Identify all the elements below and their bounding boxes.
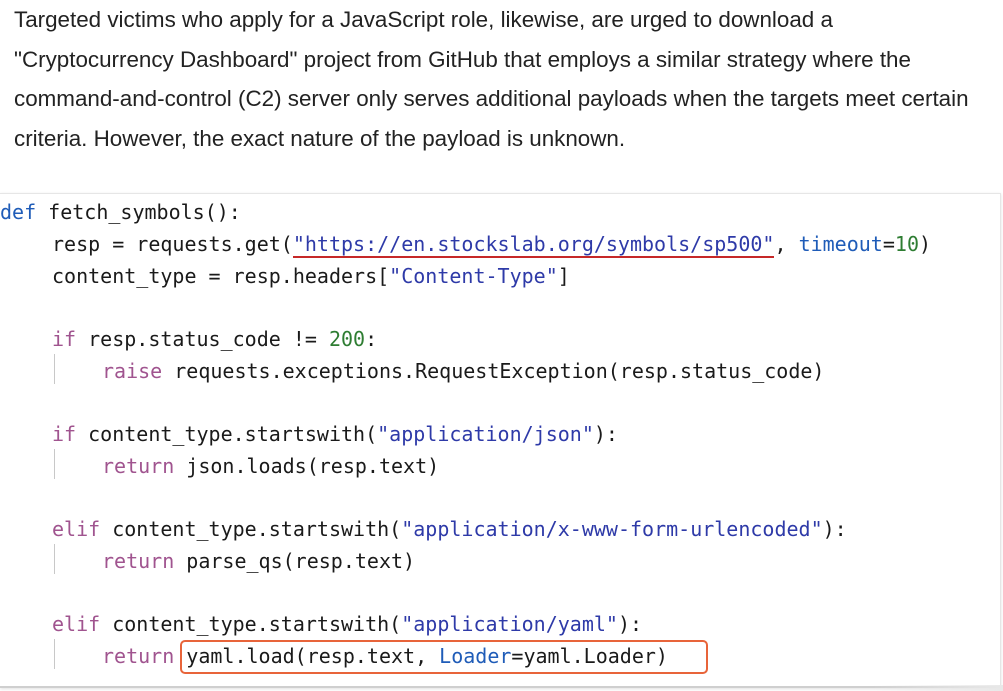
- code-line-raise: raise requests.exceptions.RequestExcepti…: [102, 358, 824, 384]
- article-text: Targeted victims who apply for a JavaScr…: [14, 0, 989, 158]
- code-text: ): [919, 232, 932, 256]
- code-text: requests.exceptions.RequestException(res…: [162, 359, 825, 383]
- code-keyword: return: [102, 454, 175, 478]
- code-keyword: raise: [102, 359, 163, 383]
- code-string: "application/json": [377, 422, 594, 446]
- code-number: 10: [894, 232, 919, 256]
- code-line-content-type: content_type = resp.headers["Content-Typ…: [52, 263, 570, 289]
- code-text: content_type = resp.headers[: [52, 264, 390, 288]
- code-text: ,: [774, 232, 799, 256]
- code-function-name: fetch_symbols: [36, 200, 205, 224]
- code-line-elif-form: elif content_type.startswith("applicatio…: [52, 516, 847, 542]
- indent-guide: [54, 354, 55, 384]
- indent-guide: [54, 544, 55, 574]
- code-number: 200: [328, 327, 366, 351]
- code-url-string: "https://en.stockslab.org/symbols/sp500": [292, 232, 775, 258]
- highlight-annotation-box: [180, 640, 708, 674]
- indent-guide: [54, 639, 55, 669]
- bottom-fade-decoration: [873, 685, 1003, 691]
- code-text: json.loads(resp.text): [174, 454, 440, 478]
- code-keyword: elif: [52, 517, 101, 541]
- code-text: =: [882, 232, 895, 256]
- code-line-return-form: return parse_qs(resp.text): [102, 548, 415, 574]
- code-text: parse_qs(resp.text): [174, 549, 416, 573]
- code-keyword: return: [102, 549, 175, 573]
- code-line-request: resp = requests.get("https://en.stocksla…: [52, 231, 932, 258]
- code-string: "application/x-www-form-urlencoded": [401, 517, 823, 541]
- code-text: resp.status_code !=: [76, 327, 329, 351]
- code-text: ):: [593, 422, 618, 446]
- code-keyword: if: [52, 422, 77, 446]
- code-text: ]: [557, 264, 570, 288]
- code-line-return-json: return json.loads(resp.text): [102, 453, 439, 479]
- code-text: content_type.startswith(: [76, 422, 378, 446]
- code-line-elif-yaml: elif content_type.startswith("applicatio…: [52, 611, 642, 637]
- code-punct: ():: [204, 200, 241, 224]
- code-keyword: def: [0, 200, 37, 224]
- code-string: "Content-Type": [389, 264, 558, 288]
- code-line-def: def fetch_symbols():: [0, 199, 241, 225]
- article-paragraph: Targeted victims who apply for a JavaScr…: [14, 7, 969, 151]
- code-text: ):: [822, 517, 847, 541]
- code-param: timeout: [798, 232, 883, 256]
- code-line-if-status: if resp.status_code != 200:: [52, 326, 377, 352]
- code-text: content_type.startswith(: [100, 517, 402, 541]
- code-text: :: [365, 327, 378, 351]
- code-text: ):: [617, 612, 643, 636]
- code-keyword: return: [102, 644, 175, 668]
- indent-guide: [54, 449, 55, 479]
- code-string: "application/yaml": [401, 612, 618, 636]
- code-text: content_type.startswith(: [100, 612, 402, 636]
- code-keyword: elif: [52, 612, 101, 636]
- code-block: def fetch_symbols(): resp = requests.get…: [0, 193, 1001, 688]
- code-keyword: if: [52, 327, 77, 351]
- code-line-if-json: if content_type.startswith("application/…: [52, 421, 618, 447]
- code-text: resp = requests.get(: [52, 232, 293, 256]
